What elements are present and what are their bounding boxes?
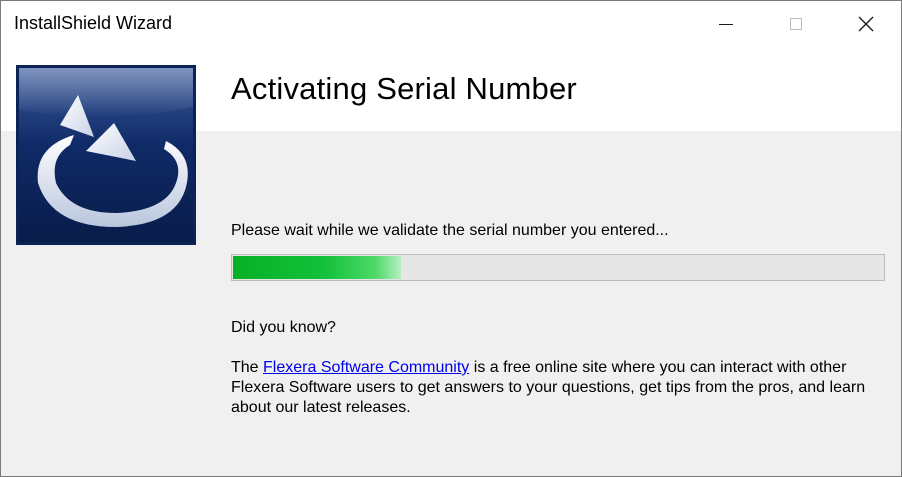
window-title: InstallShield Wizard (14, 13, 173, 33)
progress-fill (233, 256, 401, 279)
close-button[interactable] (831, 1, 901, 47)
minimize-icon (719, 23, 733, 25)
maximize-icon (790, 18, 802, 30)
installshield-logo (16, 65, 196, 245)
title-bar[interactable]: InstallShield Wizard (1, 1, 901, 47)
minimize-button[interactable] (691, 1, 761, 47)
installshield-window: InstallShield Wizard Activating Serial N… (0, 0, 902, 477)
installshield-logo-icon (16, 65, 196, 245)
status-text: Please wait while we validate the serial… (231, 222, 669, 239)
page-title: Activating Serial Number (231, 71, 577, 106)
tip-body: The Flexera Software Community is a free… (231, 358, 893, 418)
tip-prefix: The (231, 359, 264, 376)
flexera-community-link[interactable]: Flexera Software Community (263, 359, 469, 376)
tip-heading: Did you know? (231, 319, 336, 336)
progress-bar (231, 254, 885, 281)
close-icon (858, 16, 874, 32)
maximize-button[interactable] (761, 1, 831, 47)
